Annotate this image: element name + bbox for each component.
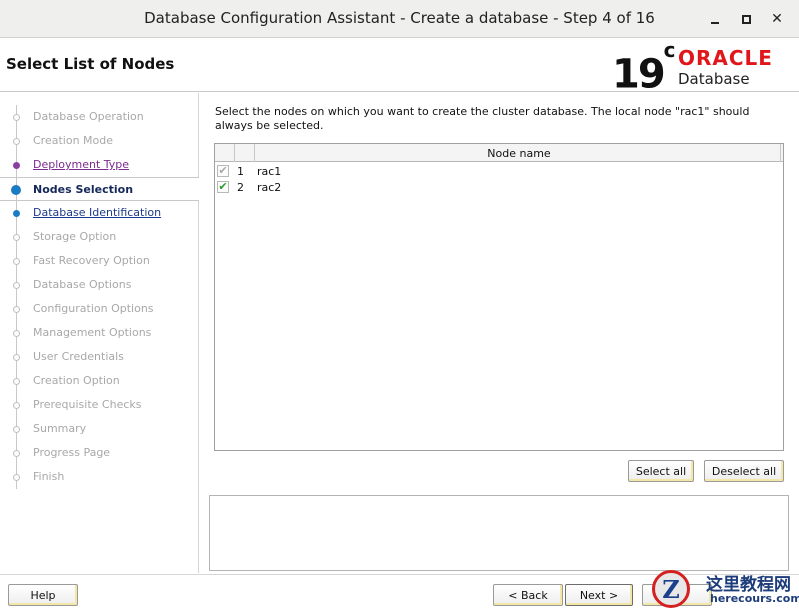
watermark-emblem-icon: Z — [652, 570, 690, 608]
nav-item-user-credentials: User Credentials — [0, 345, 199, 369]
node-name: rac2 — [257, 181, 282, 194]
window-title: Database Configuration Assistant - Creat… — [144, 9, 655, 27]
step-dot-icon — [13, 330, 20, 337]
step-dot-icon — [13, 234, 20, 241]
header-select-column — [215, 144, 235, 162]
back-button[interactable]: < Back — [493, 584, 563, 606]
page-title: Select List of Nodes — [6, 55, 175, 73]
current-step-icon — [11, 185, 21, 195]
step-dot-icon — [13, 258, 20, 265]
row-index: 1 — [237, 165, 244, 178]
step-dot-icon — [13, 162, 20, 169]
step-dot-icon — [13, 210, 20, 217]
nav-item-prerequisite-checks: Prerequisite Checks — [0, 393, 199, 417]
watermark-url: herecours.com — [710, 592, 799, 605]
help-button[interactable]: Help — [8, 584, 78, 606]
window-titlebar: Database Configuration Assistant - Creat… — [0, 0, 799, 38]
instructions-text: Select the nodes on which you want to cr… — [215, 105, 750, 132]
next-button[interactable]: Next > — [565, 584, 633, 606]
node-checkbox[interactable]: ✔ — [217, 181, 229, 193]
nodes-table: Node name ✔ 1 rac1 ✔ 2 rac2 — [214, 143, 784, 451]
step-dot-icon — [13, 474, 20, 481]
node-checkbox-disabled: ✔ — [217, 165, 229, 177]
step-dot-icon — [13, 354, 20, 361]
table-row: ✔ 1 rac1 — [215, 163, 783, 179]
main-content: Select the nodes on which you want to cr… — [200, 93, 799, 573]
step-dot-icon — [13, 138, 20, 145]
page-header: Select List of Nodes 19c ORACLE Database — [0, 38, 799, 96]
header-index-column — [235, 144, 255, 162]
nav-item-fast-recovery-option: Fast Recovery Option — [0, 249, 199, 273]
minimize-icon — [711, 22, 719, 24]
maximize-icon — [741, 14, 751, 24]
message-pane — [209, 495, 789, 571]
nav-item-progress-page: Progress Page — [0, 441, 199, 465]
step-navigation: Database Operation Creation Mode Deploym… — [0, 93, 199, 573]
oracle-logo: 19c ORACLE Database — [612, 38, 792, 96]
minimize-button[interactable] — [704, 8, 726, 30]
node-name: rac1 — [257, 165, 282, 178]
step-dot-icon — [13, 282, 20, 289]
logo-product: Database — [678, 70, 750, 88]
step-dot-icon — [13, 450, 20, 457]
step-dot-icon — [13, 378, 20, 385]
nav-item-creation-mode: Creation Mode — [0, 129, 199, 153]
table-header: Node name — [215, 144, 783, 162]
close-button[interactable]: ✕ — [766, 8, 788, 30]
select-all-button[interactable]: Select all — [628, 460, 694, 482]
logo-version: 19c — [612, 38, 676, 98]
nav-item-summary: Summary — [0, 417, 199, 441]
step-dot-icon — [13, 306, 20, 313]
nav-item-database-identification[interactable]: Database Identification — [0, 201, 199, 225]
nav-item-database-options: Database Options — [0, 273, 199, 297]
close-icon: ✕ — [771, 11, 783, 27]
row-index: 2 — [237, 181, 244, 194]
nav-item-storage-option: Storage Option — [0, 225, 199, 249]
step-dot-icon — [13, 426, 20, 433]
checkmark-icon: ✔ — [218, 180, 228, 193]
step-dot-icon — [13, 402, 20, 409]
nav-item-management-options: Management Options — [0, 321, 199, 345]
header-node-name: Node name — [487, 147, 551, 160]
nav-item-configuration-options: Configuration Options — [0, 297, 199, 321]
watermark: Z 这里教程网 herecours.com — [650, 568, 799, 611]
nav-item-database-operation: Database Operation — [0, 105, 199, 129]
nav-item-deployment-type[interactable]: Deployment Type — [0, 153, 199, 177]
step-dot-icon — [13, 114, 20, 121]
nav-item-nodes-selection: Nodes Selection — [0, 177, 199, 202]
nav-item-creation-option: Creation Option — [0, 369, 199, 393]
checkmark-icon: ✔ — [218, 164, 228, 177]
nav-item-finish: Finish — [0, 465, 199, 489]
logo-brand: ORACLE — [678, 46, 773, 70]
table-row: ✔ 2 rac2 — [215, 179, 783, 195]
deselect-all-button[interactable]: Deselect all — [704, 460, 784, 482]
maximize-button[interactable] — [735, 8, 757, 30]
